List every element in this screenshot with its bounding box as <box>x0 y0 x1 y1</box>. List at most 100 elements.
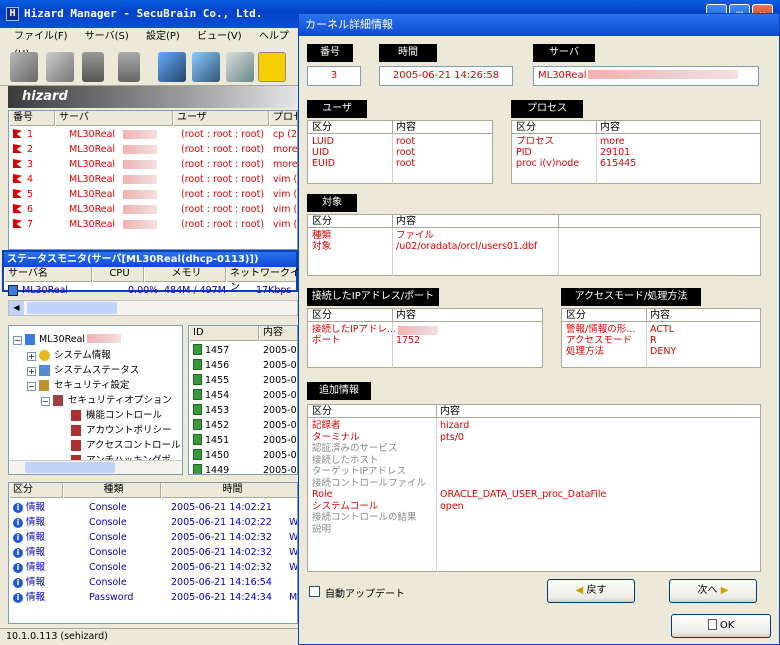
log-row[interactable]: i 情報 Console 2005-06-21 14:02:32 W <box>9 530 298 545</box>
ip-field-label: ポート <box>312 335 341 346</box>
log-row[interactable]: i 情報 Password 2005-06-21 14:24:34 M <box>9 590 298 605</box>
time-label: 時間 <box>379 44 437 62</box>
monitor-icon[interactable] <box>192 52 220 82</box>
database-icon[interactable] <box>118 52 140 82</box>
log-time: 2005-06-21 14:16:54 <box>171 577 272 588</box>
refresh-icon[interactable] <box>258 52 286 82</box>
log-row[interactable]: i 情報 Console 2005-06-21 14:02:22 W <box>9 515 297 530</box>
server-tree[interactable]: − ML30Real + システム情報 + システムステータス − セキュリティ設定 −… <box>8 325 183 475</box>
event-row[interactable]: 1454 2005-0 <box>189 388 297 403</box>
log-list[interactable]: 区分 種類 時間 i 情報 Console 2005-06-21 14:02:21 i 情… <box>8 482 298 624</box>
user-field-label: UID <box>312 147 330 158</box>
col-server-name[interactable]: サーバ名 <box>4 267 92 282</box>
col-time[interactable]: 時間 <box>161 483 297 498</box>
log-extra: W <box>289 547 298 558</box>
status-monitor-row[interactable]: ML30Real 0.00% 484M / 497M 17Kbps <box>4 283 296 298</box>
user-field-value: root <box>396 136 416 147</box>
menu-file[interactable]: ファイル(F) <box>14 31 68 42</box>
back-button[interactable]: ◀ 戻す <box>547 579 635 603</box>
process-col-naiyo: 内容 <box>600 122 620 133</box>
event-row[interactable]: 1453 2005-0 <box>189 403 297 418</box>
alert-row[interactable]: 1 ML30Real (root : root : root) cp (2 <box>9 127 297 142</box>
menu-settings[interactable]: 設定(P) <box>146 31 180 42</box>
alert-row[interactable]: 3 ML30Real (root : root : root) more <box>9 157 297 172</box>
server-icon[interactable] <box>82 52 104 82</box>
network-icon[interactable] <box>158 52 186 82</box>
scroll-thumb[interactable] <box>27 302 117 314</box>
tree-security-options[interactable]: − セキュリティオプション <box>41 393 172 408</box>
event-content: 2005-0 <box>263 360 297 371</box>
log-extra: M <box>289 592 298 603</box>
app-icon: H <box>6 7 19 21</box>
process-field-label: プロセス <box>516 136 555 147</box>
event-row[interactable]: 1449 2005-0 <box>189 463 297 474</box>
ip-group: 区分 内容 接続したIPアドレ... ポート 1752 <box>307 308 543 368</box>
tree-security-settings[interactable]: − セキュリティ設定 <box>27 378 129 393</box>
alert-server: ML30Real <box>69 144 116 155</box>
alert-server: ML30Real <box>69 174 116 185</box>
connect-servers-icon[interactable] <box>10 52 38 82</box>
log-row[interactable]: i 情報 Console 2005-06-21 14:16:54 <box>9 575 297 590</box>
col-number[interactable]: 番号 <box>9 111 55 126</box>
col-cpu[interactable]: CPU <box>92 267 144 282</box>
log-extra: W <box>289 532 298 543</box>
event-content: 2005-0 <box>263 450 297 461</box>
ok-button[interactable]: OK <box>671 614 771 638</box>
menu-server[interactable]: サーバ(S) <box>85 31 129 42</box>
scroll-left-icon[interactable]: ◀ <box>9 301 24 315</box>
tree-root-label: ML30Real <box>39 334 86 345</box>
log-row[interactable]: i 情報 Console 2005-06-21 14:02:21 <box>9 500 297 515</box>
log-type: Console <box>89 547 127 558</box>
col-process[interactable]: プロセ <box>269 111 297 126</box>
alert-user: (root : root : root) <box>181 189 265 200</box>
auto-update-checkbox[interactable] <box>309 586 320 597</box>
log-row[interactable]: i 情報 Console 2005-06-21 14:02:32 W <box>9 545 298 560</box>
alert-row[interactable]: 5 ML30Real (root : root : root) vim ( <box>9 187 297 202</box>
extra-field-label: 接続したホスト <box>312 454 379 466</box>
alert-row[interactable]: 7 ML30Real (root : root : root) vim ( <box>9 217 297 232</box>
col-user[interactable]: ユーザ <box>173 111 269 126</box>
menu-view[interactable]: ビュー(V) <box>197 31 242 42</box>
tree-item-label: セキュリティオプション <box>68 395 172 406</box>
event-row[interactable]: 1451 2005-0 <box>189 433 297 448</box>
tree-access-control[interactable]: アクセスコントロール <box>71 438 181 453</box>
col-server[interactable]: サーバ <box>55 111 173 126</box>
tree-function-control[interactable]: 機能コントロール <box>71 408 162 423</box>
event-row[interactable]: 1452 2005-0 <box>189 418 297 433</box>
tree-system-info[interactable]: + システム情報 <box>27 348 111 363</box>
log-row[interactable]: i 情報 Console 2005-06-21 14:02:32 W <box>9 560 298 575</box>
access-col-naiyo: 内容 <box>650 310 670 321</box>
alert-row[interactable]: 2 ML30Real (root : root : root) more <box>9 142 297 157</box>
col-content[interactable]: 内容 <box>259 326 297 341</box>
target-field-label: 種類 <box>312 230 332 241</box>
alert-row[interactable]: 4 ML30Real (root : root : root) vim ( <box>9 172 297 187</box>
col-network[interactable]: ネットワークイン <box>226 267 306 293</box>
col-id[interactable]: ID <box>189 326 259 341</box>
tree-hscroll[interactable] <box>9 460 182 474</box>
event-row[interactable]: 1457 2005-0 <box>189 343 297 358</box>
time-value: 2005-06-21 14:26:58 <box>379 66 513 86</box>
tree-account-policy[interactable]: アカウントポリシー <box>71 423 172 438</box>
alert-scrollbar[interactable]: ◀ <box>8 300 298 316</box>
next-button[interactable]: 次へ ▶ <box>669 579 757 603</box>
event-row[interactable]: 1456 2005-0 <box>189 358 297 373</box>
event-id-list[interactable]: ID 内容 1457 2005-0 1456 2005-0 1455 2005-0 1454… <box>188 325 298 475</box>
ip-col-naiyo: 内容 <box>396 310 416 321</box>
event-row[interactable]: 1450 2005-0 <box>189 448 297 463</box>
tree-scroll-thumb[interactable] <box>25 462 115 473</box>
hizard-logo: hizard <box>22 89 68 104</box>
alert-row[interactable]: 6 ML30Real (root : root : root) vim ( <box>9 202 297 217</box>
process-field-label: PID <box>516 147 532 158</box>
tree-item-label: 機能コントロール <box>86 410 163 421</box>
col-memory[interactable]: メモリ <box>144 267 226 282</box>
search-icon[interactable] <box>226 52 254 82</box>
disconnect-servers-icon[interactable] <box>46 52 74 82</box>
alert-list[interactable]: 番号 サーバ ユーザ プロセ 1 ML30Real (root : root : r… <box>8 110 298 250</box>
col-category[interactable]: 区分 <box>9 483 63 498</box>
tree-root[interactable]: − ML30Real <box>13 332 122 347</box>
col-type[interactable]: 種類 <box>63 483 161 498</box>
status-node-icon <box>39 365 50 376</box>
tree-system-status[interactable]: + システムステータス <box>27 363 139 378</box>
log-extra: W <box>289 562 298 573</box>
event-row[interactable]: 1455 2005-0 <box>189 373 297 388</box>
